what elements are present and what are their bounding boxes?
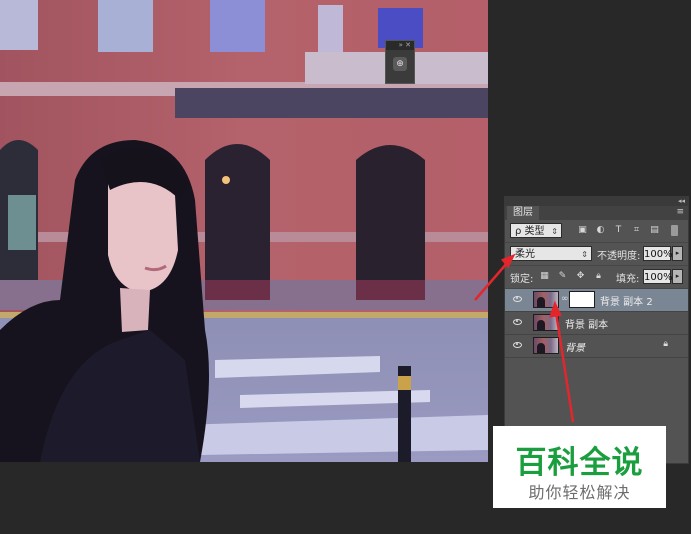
filter-kind-label: ρ 类型 — [515, 226, 545, 237]
layer-style-icon[interactable]: ⊕ — [393, 57, 407, 71]
image-filter-icon[interactable]: ▣ — [577, 225, 588, 236]
link-chain-icon[interactable]: ∞ — [561, 294, 569, 304]
lock-transparent-icon[interactable]: ▦ — [539, 271, 550, 282]
layer-thumbnail[interactable] — [533, 314, 559, 331]
layer-row[interactable]: 背景 副本 — [505, 312, 688, 335]
filter-kind-select[interactable]: ρ 类型 ⇕ — [510, 223, 562, 238]
filter-toggle[interactable] — [671, 225, 678, 236]
blend-row: 柔光 ⇕ 不透明度: 100% ▸ — [505, 243, 688, 266]
blend-mode-value: 柔光 — [515, 249, 535, 260]
panel-menu-icon[interactable]: ≡ — [676, 207, 684, 217]
opacity-label: 不透明度: — [597, 251, 641, 262]
tab-layers[interactable]: 图层 — [507, 206, 539, 220]
panel-tab-row: 图层 ≡ — [505, 206, 688, 220]
opacity-input[interactable]: 100% — [643, 246, 673, 261]
visibility-eye-icon[interactable] — [513, 296, 522, 302]
fill-label: 填充: — [616, 274, 640, 285]
adjust-filter-icon[interactable]: ◐ — [595, 225, 606, 236]
collapse-icon[interactable]: ◂◂ — [678, 197, 685, 205]
layer-name[interactable]: 背景 副本 — [565, 316, 608, 331]
mini-panel-titlebar[interactable]: » ✕ — [386, 41, 414, 50]
layer-row[interactable]: ∞ 背景 副本 2 — [505, 289, 688, 312]
watermark-logo: 百科全说 助你轻松解决 — [493, 426, 666, 508]
layer-name[interactable]: 背景 副本 2 — [600, 293, 653, 308]
floating-mini-panel: » ✕ ⊕ — [385, 40, 415, 84]
fill-input[interactable]: 100% — [643, 269, 673, 284]
layer-row[interactable]: 背景 🔒︎ — [505, 335, 688, 358]
type-filter-icon[interactable]: T — [613, 225, 624, 236]
layer-name[interactable]: 背景 — [565, 339, 585, 354]
lock-all-icon[interactable]: 🔒︎ — [593, 271, 604, 282]
lock-paint-icon[interactable]: ✎ — [557, 271, 568, 282]
filter-row: ρ 类型 ⇕ ▣ ◐ T ⌗ ▤ — [505, 220, 688, 243]
layer-mask-thumbnail[interactable] — [569, 291, 595, 308]
shape-filter-icon[interactable]: ⌗ — [631, 225, 642, 236]
lock-move-icon[interactable]: ✥ — [575, 271, 586, 282]
smart-object-filter-icon[interactable]: ▤ — [649, 225, 660, 236]
visibility-eye-icon[interactable] — [513, 342, 522, 348]
close-icon[interactable]: ✕ — [405, 41, 411, 49]
watermark-title: 百科全说 — [515, 445, 644, 481]
fill-dropdown-icon[interactable]: ▸ — [672, 269, 683, 284]
blend-mode-select[interactable]: 柔光 ⇕ — [510, 246, 592, 261]
chevron-down-icon: ⇕ — [581, 250, 588, 259]
layer-thumbnail[interactable] — [533, 337, 559, 354]
visibility-eye-icon[interactable] — [513, 319, 522, 325]
chevron-down-icon: ⇕ — [551, 227, 558, 236]
watermark-subtitle: 助你轻松解决 — [528, 483, 631, 502]
panel-collapse-bar[interactable]: ◂◂ — [505, 197, 688, 206]
layer-thumbnail[interactable] — [533, 291, 559, 308]
layers-panel: ◂◂ 图层 ≡ ρ 类型 ⇕ ▣ ◐ T ⌗ ▤ 柔光 ⇕ 不透明度: 100%… — [504, 196, 689, 464]
opacity-dropdown-icon[interactable]: ▸ — [672, 246, 683, 261]
collapse-icon[interactable]: » — [399, 41, 403, 49]
lock-row: 锁定: ▦ ✎ ✥ 🔒︎ 填充: 100% ▸ — [505, 266, 688, 289]
lock-label: 锁定: — [510, 274, 534, 285]
layer-lock-icon: 🔒︎ — [663, 339, 668, 349]
